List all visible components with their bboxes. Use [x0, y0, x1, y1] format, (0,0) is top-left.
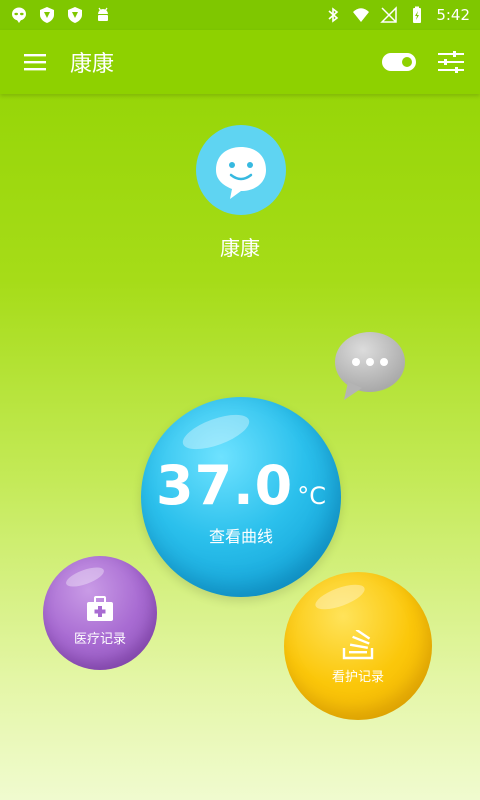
chat-icon[interactable] [332, 330, 408, 402]
temperature-readout: 37.0 °C [156, 454, 326, 517]
bubble-shine [63, 563, 107, 591]
bubble-shine [178, 407, 254, 457]
signal-icon [380, 6, 398, 23]
temperature-value: 37.0 [156, 453, 294, 517]
battery-icon [413, 6, 422, 23]
sliders-icon[interactable] [438, 51, 464, 73]
status-bar: 5:42 [0, 0, 480, 30]
bubble-shine [312, 579, 368, 615]
profile-name: 康康 [220, 236, 260, 260]
alien-icon [12, 7, 26, 23]
shield-icon [40, 7, 54, 23]
care-record-label: 看护记录 [331, 669, 384, 685]
app-title: 康康 [70, 52, 115, 77]
shield-icon [68, 7, 82, 23]
temperature-bubble[interactable]: 37.0 °C 查看曲线 [141, 397, 341, 597]
app-bar: 康康 [0, 30, 480, 94]
status-time: 5:42 [436, 6, 470, 24]
android-icon [98, 7, 108, 21]
care-record-button[interactable]: 看护记录 [284, 572, 432, 720]
avatar[interactable] [194, 125, 288, 219]
care-log-icon [342, 629, 374, 659]
medical-record-label: 医疗记录 [73, 631, 126, 647]
status-left-icons [10, 6, 112, 24]
menu-button[interactable] [16, 42, 56, 82]
bluetooth-icon [328, 7, 339, 23]
menu-icon [24, 54, 46, 71]
status-right-icons: 5:42 [324, 6, 470, 24]
temperature-unit: °C [297, 481, 326, 510]
wifi-icon [353, 8, 370, 22]
toggle-knob [402, 57, 412, 67]
medical-kit-icon [87, 595, 113, 621]
mode-toggle[interactable] [382, 53, 416, 71]
medical-record-button[interactable]: 医疗记录 [43, 556, 157, 670]
view-curve-label: 查看曲线 [208, 526, 273, 546]
app-bar-actions [382, 51, 464, 73]
